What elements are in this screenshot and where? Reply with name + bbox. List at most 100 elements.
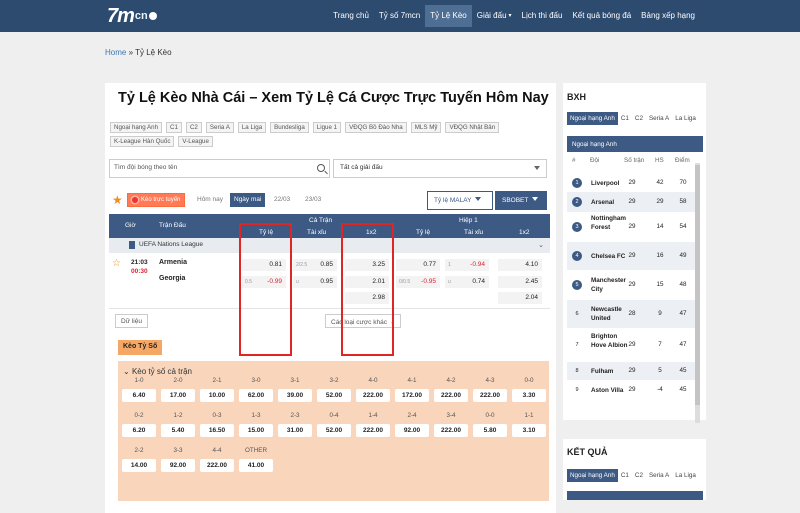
league-row[interactable]: UEFA Nations League ⌄ bbox=[109, 238, 550, 253]
star-icon[interactable]: ★ bbox=[112, 193, 123, 207]
away-team[interactable]: Georgia bbox=[159, 275, 185, 282]
nav-standings[interactable]: Bảng xếp hạng bbox=[636, 5, 700, 27]
score-odds-button[interactable]: 39.00 bbox=[278, 389, 312, 402]
score-odds-button[interactable]: 92.00 bbox=[161, 459, 195, 472]
league-tag[interactable]: Seria A bbox=[205, 122, 234, 133]
score-odds-button[interactable]: 15.00 bbox=[239, 424, 273, 437]
score-odds-button[interactable]: 31.00 bbox=[278, 424, 312, 437]
score-odds-button[interactable]: 222.00 bbox=[473, 389, 507, 402]
odds-cell[interactable]: 2/2.5 0.85 bbox=[293, 259, 337, 271]
score-odds-button[interactable]: 10.00 bbox=[200, 389, 234, 402]
league-tag[interactable]: VĐQG Nhật Bản bbox=[445, 122, 500, 133]
results-tab[interactable]: C1 bbox=[618, 469, 632, 482]
odds-cell[interactable]: 2.45 bbox=[498, 276, 542, 288]
standings-row[interactable]: 9 Aston Villa 29 -4 45 bbox=[567, 381, 695, 399]
results-tab[interactable]: C2 bbox=[632, 469, 646, 482]
score-odds-button[interactable]: 5.40 bbox=[161, 424, 195, 437]
standings-row[interactable]: 5 Manchester City 29 15 48 bbox=[567, 271, 695, 299]
standings-league: Ngoại hạng Anh bbox=[567, 136, 703, 152]
odds-cell[interactable]: 4.10 bbox=[498, 259, 542, 271]
score-odds-button[interactable]: 14.00 bbox=[122, 459, 156, 472]
filter-tomorrow[interactable]: Ngày mai bbox=[230, 193, 266, 207]
score-odds-button[interactable]: 222.00 bbox=[356, 424, 390, 437]
goal-diff: 5 bbox=[658, 367, 662, 374]
standings-tab[interactable]: Ngoại hạng Anh bbox=[567, 112, 618, 125]
bookmaker-select[interactable]: SBOBET bbox=[495, 191, 547, 210]
standings-tab[interactable]: C2 bbox=[632, 112, 646, 125]
league-tag[interactable]: V-League bbox=[178, 136, 213, 147]
league-tag[interactable]: MLS Mỹ bbox=[410, 122, 442, 133]
correct-score-tab[interactable]: Kèo Tỷ Số bbox=[118, 340, 163, 355]
filter-date-2[interactable]: 23/03 bbox=[301, 193, 325, 207]
score-odds-button[interactable]: 92.00 bbox=[395, 424, 429, 437]
league-flag-icon bbox=[129, 241, 135, 249]
league-tag[interactable]: Ngoại hạng Anh bbox=[110, 122, 163, 133]
results-tab[interactable]: Ngoại hạng Anh bbox=[567, 469, 618, 482]
nav-home[interactable]: Trang chủ bbox=[328, 5, 374, 27]
search-icon[interactable] bbox=[317, 164, 325, 172]
breadcrumb-home[interactable]: Home bbox=[105, 48, 126, 57]
chevron-down-icon[interactable]: ⌄ bbox=[538, 241, 544, 249]
nav-odds[interactable]: Tỷ Lệ Kèo bbox=[425, 5, 472, 27]
standings-tab[interactable]: C1 bbox=[618, 112, 632, 125]
nav-fixtures[interactable]: Lịch thi đấu bbox=[517, 5, 568, 27]
home-team[interactable]: Armenia bbox=[159, 259, 187, 266]
standings-tab[interactable]: Seria A bbox=[646, 112, 672, 125]
score-odds-button[interactable]: 3.10 bbox=[512, 424, 546, 437]
score-odds-button[interactable]: 222.00 bbox=[434, 424, 468, 437]
odds-cell[interactable]: 2.04 bbox=[498, 292, 542, 304]
results-tab[interactable]: La Liga bbox=[672, 469, 699, 482]
league-tag[interactable]: VĐQG Bồ Đào Nha bbox=[345, 122, 407, 133]
favorite-star-icon[interactable]: ☆ bbox=[112, 258, 121, 269]
league-tag[interactable]: C2 bbox=[185, 122, 202, 133]
data-button[interactable]: Dữ liệu bbox=[115, 314, 148, 328]
league-select[interactable]: Tất cả giải đấu bbox=[333, 159, 547, 178]
score-odds-button[interactable]: 172.00 bbox=[395, 389, 429, 402]
score-odds-button[interactable]: 222.00 bbox=[200, 459, 234, 472]
league-tag[interactable]: Ligue 1 bbox=[312, 122, 342, 133]
league-tag[interactable]: La Liga bbox=[237, 122, 267, 133]
filter-today[interactable]: Hôm nay bbox=[193, 193, 227, 207]
standings-row[interactable]: 6 Newcastle United 28 9 47 bbox=[567, 300, 695, 328]
standings-row[interactable]: 2 Arsenal 29 29 58 bbox=[567, 192, 695, 212]
score-odds-button[interactable]: 222.00 bbox=[356, 389, 390, 402]
score-odds-button[interactable]: 52.00 bbox=[317, 424, 351, 437]
score-odds-button[interactable]: 222.00 bbox=[434, 389, 468, 402]
score-odds-button[interactable]: 3.30 bbox=[512, 389, 546, 402]
odds-type-select[interactable]: Tỷ lệ MALAY bbox=[427, 191, 493, 210]
scrollbar-thumb[interactable] bbox=[695, 165, 700, 405]
score-odds-button[interactable]: 6.40 bbox=[122, 389, 156, 402]
standings-row[interactable]: 1 Liverpool 29 42 70 bbox=[567, 175, 695, 191]
score-odds-button[interactable]: 41.00 bbox=[239, 459, 273, 472]
standings-tab[interactable]: La Liga bbox=[672, 112, 699, 125]
score-odds-button[interactable]: 52.00 bbox=[317, 389, 351, 402]
standings-row[interactable]: 8 Fulham 29 5 45 bbox=[567, 362, 695, 380]
odds-cell[interactable]: u 0.95 bbox=[293, 276, 337, 288]
filter-date-1[interactable]: 22/03 bbox=[270, 193, 294, 207]
score-odds-button[interactable]: 6.20 bbox=[122, 424, 156, 437]
search-input[interactable]: Tìm đội bóng theo tên bbox=[109, 159, 330, 178]
goal-diff: 15 bbox=[656, 281, 664, 288]
score-odds-button[interactable]: 5.80 bbox=[473, 424, 507, 437]
live-odds-button[interactable]: Kèo trực tuyến bbox=[127, 193, 186, 207]
scrollbar[interactable] bbox=[695, 163, 700, 423]
nav-leagues[interactable]: Giải đấu ▾ bbox=[472, 5, 517, 27]
nav-livescore[interactable]: Tỷ số 7mcn bbox=[374, 5, 425, 27]
score-odds-button[interactable]: 17.00 bbox=[161, 389, 195, 402]
site-logo[interactable]: 7m cn bbox=[107, 5, 157, 27]
results-tab[interactable]: Seria A bbox=[646, 469, 672, 482]
odds-cell[interactable]: 1 -0.94 bbox=[445, 259, 489, 271]
league-tag[interactable]: Bundesliga bbox=[270, 122, 309, 133]
correct-score-title[interactable]: ⌄ Kèo tỷ số cả trận bbox=[123, 367, 192, 376]
league-tag[interactable]: K-League Hàn Quốc bbox=[110, 136, 175, 147]
score-odds-button[interactable]: 62.00 bbox=[239, 389, 273, 402]
score-odds-button[interactable]: 16.50 bbox=[200, 424, 234, 437]
standings-row[interactable]: 4 Chelsea FC 29 16 49 bbox=[567, 242, 695, 270]
nav-results[interactable]: Kết quả bóng đá bbox=[567, 5, 636, 27]
odds-cell[interactable]: u 0.74 bbox=[445, 276, 489, 288]
odds-cell[interactable]: 0.77 bbox=[396, 259, 440, 271]
standings-row[interactable]: 7 Brighton Hove Albion 29 7 47 bbox=[567, 329, 695, 361]
odds-cell[interactable]: 0/0.5 -0.95 bbox=[396, 276, 440, 288]
standings-row[interactable]: 3 Nottingham Forest 29 14 54 bbox=[567, 213, 695, 241]
league-tag[interactable]: C1 bbox=[166, 122, 182, 133]
